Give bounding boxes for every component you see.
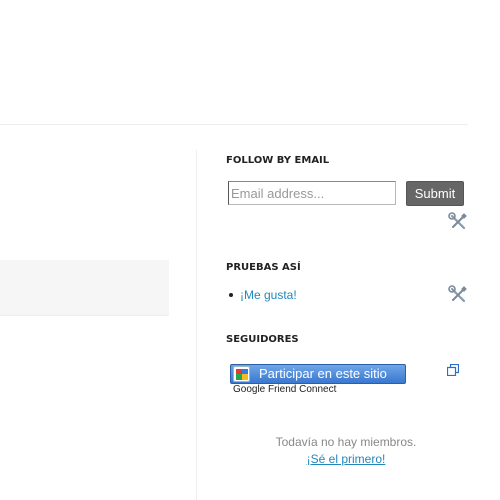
provider-caption: Google Friend Connect — [233, 384, 337, 395]
submit-button[interactable]: Submit — [406, 181, 464, 206]
join-site-button[interactable]: Participar en este sitio — [230, 364, 406, 384]
popout-window-icon[interactable] — [446, 363, 460, 377]
email-input[interactable] — [228, 181, 396, 205]
be-first-container: ¡Sé el primero! — [226, 452, 466, 466]
content-panel — [0, 260, 169, 316]
wrench-screwdriver-icon[interactable] — [448, 212, 468, 232]
join-site-label: Participar en este sitio — [259, 366, 387, 381]
header-divider — [0, 124, 468, 125]
list-bullet — [229, 293, 233, 297]
follow-by-email-title: FOLLOW BY EMAIL — [226, 155, 330, 166]
pruebas-title: PRUEBAS ASÍ — [226, 262, 301, 273]
no-members-text: Todavía no hay miembros. — [275, 435, 417, 449]
sidebar-divider — [196, 150, 197, 500]
be-first-link[interactable]: ¡Sé el primero! — [307, 452, 386, 466]
me-gusta-link[interactable]: ¡Me gusta! — [240, 288, 297, 302]
wrench-screwdriver-icon[interactable] — [448, 285, 468, 305]
google-friend-connect-logo-icon — [233, 366, 250, 382]
seguidores-title: SEGUIDORES — [226, 334, 299, 345]
